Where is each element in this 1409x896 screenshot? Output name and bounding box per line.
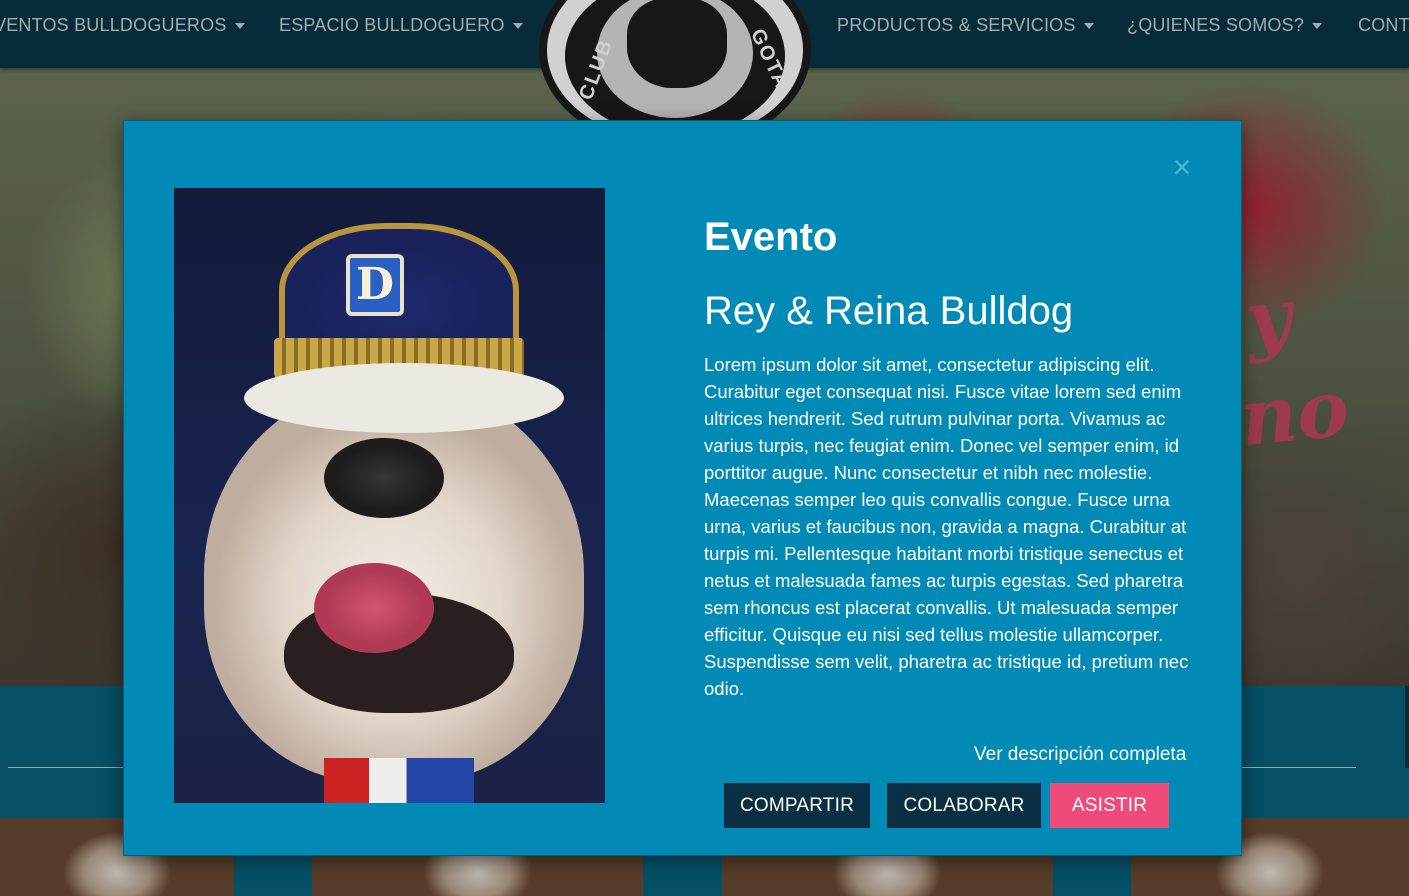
bulldog-sash [324,758,474,803]
modal-eyebrow: Evento [704,215,838,259]
modal-title: Rey & Reina Bulldog [704,289,1074,333]
bulldog-nose [324,438,444,518]
crown-fur [244,363,564,433]
modal-description: Lorem ipsum dolor sit amet, consectetur … [704,354,1189,699]
event-modal: × D Evento Rey & Reina Bulldog Lorem ips… [123,120,1242,856]
event-photo: D [174,188,605,803]
share-button[interactable]: COMPARTIR [724,783,870,828]
full-description-link[interactable]: Ver descripción completa [974,744,1186,766]
collaborate-button[interactable]: COLABORAR [887,783,1041,828]
crown-letter: D [346,254,404,316]
bulldog-tongue [314,563,434,653]
attend-button[interactable]: ASISTIR [1050,783,1169,828]
close-icon[interactable]: × [1168,151,1196,183]
